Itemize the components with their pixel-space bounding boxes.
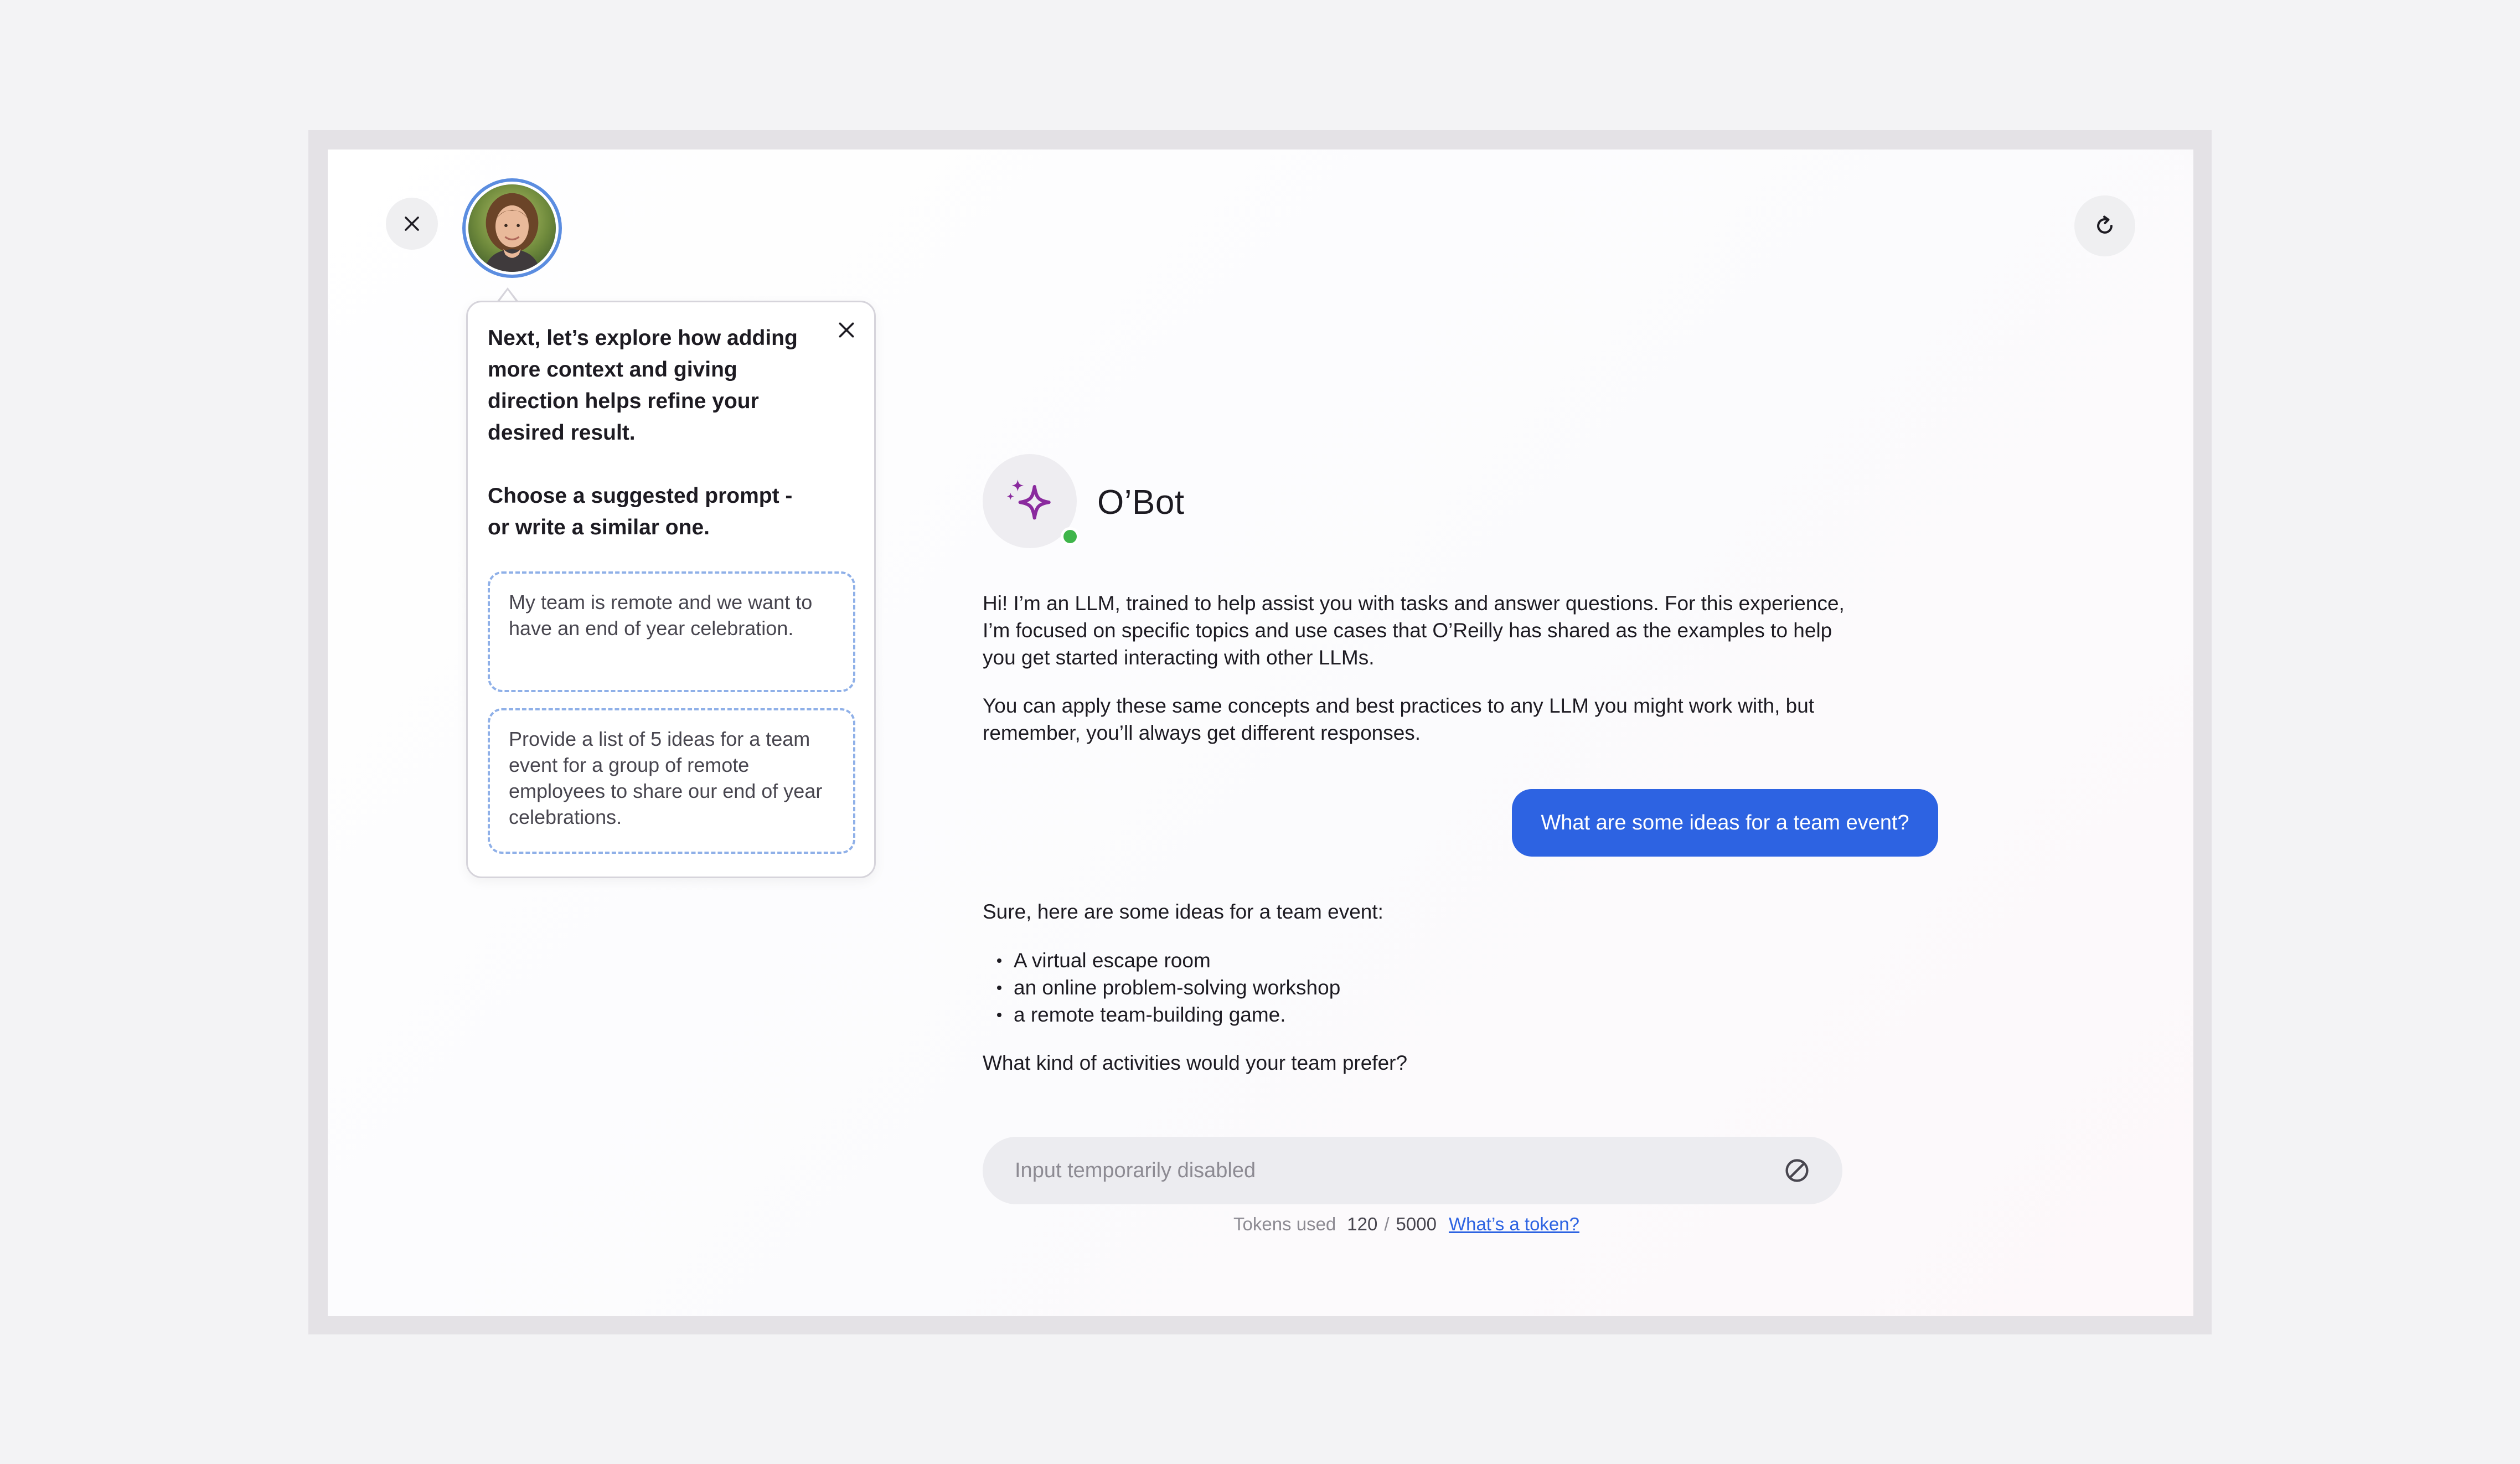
tooltip-call-to-action: Choose a suggested prompt - or write a s… [488,484,793,539]
guide-tooltip: Next, let’s explore how adding more cont… [466,301,876,878]
whats-a-token-link[interactable]: What’s a token? [1449,1214,1579,1235]
refresh-icon [2097,215,2113,234]
close-icon [405,216,419,231]
list-item: an online problem-solving workshop [983,974,1340,1001]
message-input-container [983,1137,1842,1204]
tooltip-text: Next, let’s explore how adding more cont… [488,322,820,543]
tokens-used: 120 [1347,1214,1378,1234]
tooltip-instruction: Next, let’s explore how adding more cont… [488,326,798,445]
token-usage: Tokens used 120 / 5000 What’s a token? [1233,1214,1579,1235]
bot-intro-text-2: You can apply these same concepts and be… [983,694,1815,744]
token-usage-label: Tokens used [1233,1214,1336,1234]
sparkle-icon [1006,480,1051,520]
online-status-indicator [1061,527,1080,546]
close-button[interactable] [386,198,438,250]
tooltip-close-button[interactable] [830,313,863,347]
suggested-prompt[interactable]: Provide a list of 5 ideas for a team eve… [488,708,855,854]
user-message-bubble: What are some ideas for a team event? [1512,789,1938,857]
token-limit: 5000 [1396,1214,1437,1234]
guide-avatar[interactable] [462,178,562,278]
list-item: A virtual escape room [983,947,1340,974]
bot-reply-intro: Sure, here are some ideas for a team eve… [983,900,1383,923]
list-item: a remote team-building game. [983,1001,1340,1028]
reset-button[interactable] [2074,195,2135,256]
bot-reply-list: A virtual escape room an online problem-… [983,947,1340,1028]
disabled-icon [1785,1159,1809,1182]
bot-intro-message-2: You can apply these same concepts and be… [983,692,1852,746]
bot-reply-question: What kind of activities would your team … [983,1051,1408,1074]
avatar-photo [466,182,559,275]
bot-intro-text: Hi! I’m an LLM, trained to help assist y… [983,592,1845,669]
message-input[interactable] [1014,1158,1736,1183]
bot-name: O’Bot [1097,483,1185,522]
close-icon [839,322,854,338]
bot-intro-message: Hi! I’m an LLM, trained to help assist y… [983,590,1852,671]
suggested-prompt[interactable]: My team is remote and we want to have an… [488,571,855,692]
token-separator: / [1384,1214,1390,1234]
